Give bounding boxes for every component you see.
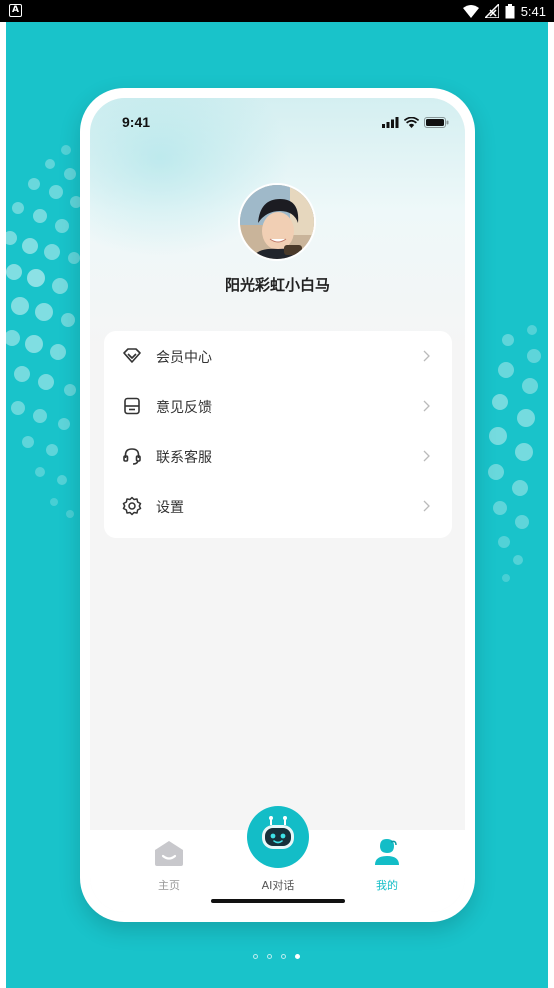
chevron-right-icon [423,350,430,362]
phone-status-time: 9:41 [122,114,151,130]
phone-status-icons [382,117,449,128]
gear-icon [122,496,142,516]
menu-item-label: 联系客服 [156,450,212,466]
username: 阳光彩虹小白马 [224,276,330,294]
page-dot-active[interactable] [295,954,300,959]
profile-screen: 9:41 阳光彩虹小白马 会员中心 意见反馈 联系客服 设置 主页 AI对话 我… [90,98,465,912]
battery-icon [505,3,515,18]
chevron-right-icon [423,450,430,462]
page-indicator [253,954,300,959]
page-dot[interactable] [267,954,272,959]
menu-card: 会员中心 意见反馈 联系客服 设置 [104,331,452,538]
decorative-dot-sphere-right [488,325,541,582]
chevron-right-icon [423,400,430,412]
tab-home[interactable]: 主页 [129,830,209,912]
wifi-icon [462,4,479,18]
home-indicator[interactable] [211,899,345,903]
page-dot[interactable] [281,954,286,959]
user-icon [375,839,399,865]
tab-ai-chat-label: AI对话 [261,879,295,892]
menu-item-customer-service[interactable]: 联系客服 [104,431,452,481]
menu-item-label: 意见反馈 [156,400,212,416]
feedback-icon [124,397,140,415]
system-time: 5:41 [520,3,546,19]
menu-item-settings[interactable]: 设置 [104,481,452,531]
tab-mine[interactable]: 我的 [347,830,427,912]
diamond-icon [123,348,141,363]
avatar[interactable] [238,183,316,261]
ai-chat-button[interactable] [247,806,309,868]
system-status-bar: A 5 5:41 [0,0,554,22]
phone-mockup: 9:41 阳光彩虹小白马 会员中心 意见反馈 联系客服 设置 主页 AI对话 我… [80,88,475,922]
menu-item-label: 会员中心 [156,350,212,366]
menu-item-membership[interactable]: 会员中心 [104,331,452,381]
chevron-right-icon [423,500,430,512]
tab-mine-label: 我的 [376,879,398,892]
headset-icon [123,448,141,465]
decorative-dot-sphere-left [6,145,82,518]
page-dot[interactable] [253,954,258,959]
wifi-icon [404,117,419,128]
promo-background: 9:41 阳光彩虹小白马 会员中心 意见反馈 联系客服 设置 主页 AI对话 我… [6,22,548,988]
app-notification-icon: A [9,4,22,17]
battery-icon [424,117,449,128]
battery-level: 5 [482,4,488,14]
robot-icon [262,816,294,849]
tab-home-label: 主页 [158,879,180,892]
menu-item-feedback[interactable]: 意见反馈 [104,381,452,431]
cellular-signal-icon [382,117,399,128]
menu-item-label: 设置 [156,500,184,516]
home-icon [155,841,183,866]
